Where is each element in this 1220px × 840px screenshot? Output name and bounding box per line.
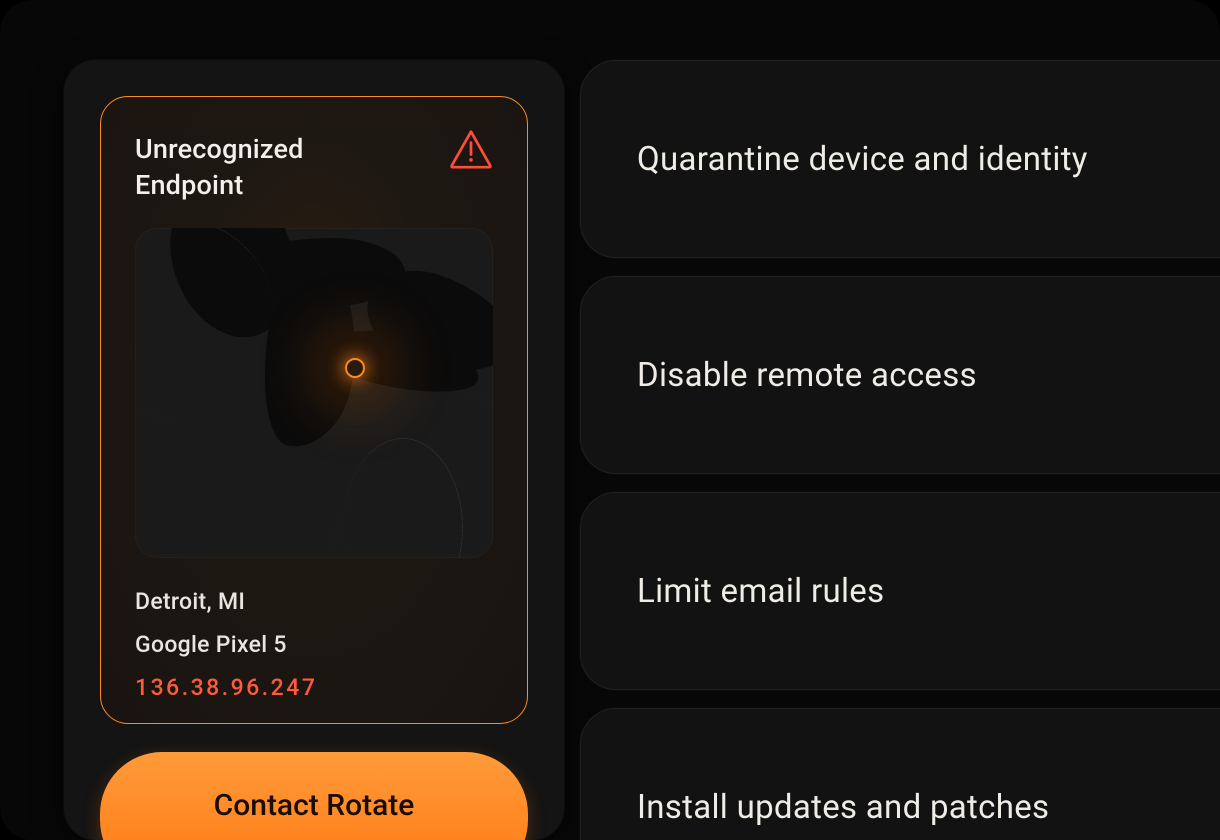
endpoint-location: Detroit, MI — [135, 588, 493, 615]
action-label: Install updates and patches — [637, 788, 1049, 827]
action-label: Limit email rules — [637, 572, 884, 611]
remediation-actions: Quarantine device and identity Disable r… — [580, 60, 1220, 840]
contact-rotate-button[interactable]: Contact Rotate — [100, 752, 528, 840]
endpoint-map — [135, 228, 493, 558]
map-location-marker — [345, 358, 365, 378]
action-limit-email-rules[interactable]: Limit email rules — [580, 492, 1220, 690]
endpoint-panel: Unrecognized Endpoint Detroit — [64, 60, 564, 840]
endpoint-device: Google Pixel 5 — [135, 631, 493, 658]
action-disable-remote-access[interactable]: Disable remote access — [580, 276, 1220, 474]
app-canvas: Unrecognized Endpoint Detroit — [0, 0, 1220, 840]
action-quarantine[interactable]: Quarantine device and identity — [580, 60, 1220, 258]
alert-title: Unrecognized Endpoint — [135, 131, 395, 204]
alert-header: Unrecognized Endpoint — [135, 131, 493, 204]
warning-triangle-icon — [449, 129, 493, 169]
action-label: Disable remote access — [637, 356, 977, 395]
action-label: Quarantine device and identity — [637, 140, 1088, 179]
alert-card: Unrecognized Endpoint Detroit — [100, 96, 528, 724]
action-install-updates[interactable]: Install updates and patches — [580, 708, 1220, 840]
endpoint-meta: Detroit, MI Google Pixel 5 136.38.96.247 — [135, 588, 493, 701]
endpoint-ip: 136.38.96.247 — [135, 674, 493, 701]
cta-label: Contact Rotate — [214, 788, 415, 823]
